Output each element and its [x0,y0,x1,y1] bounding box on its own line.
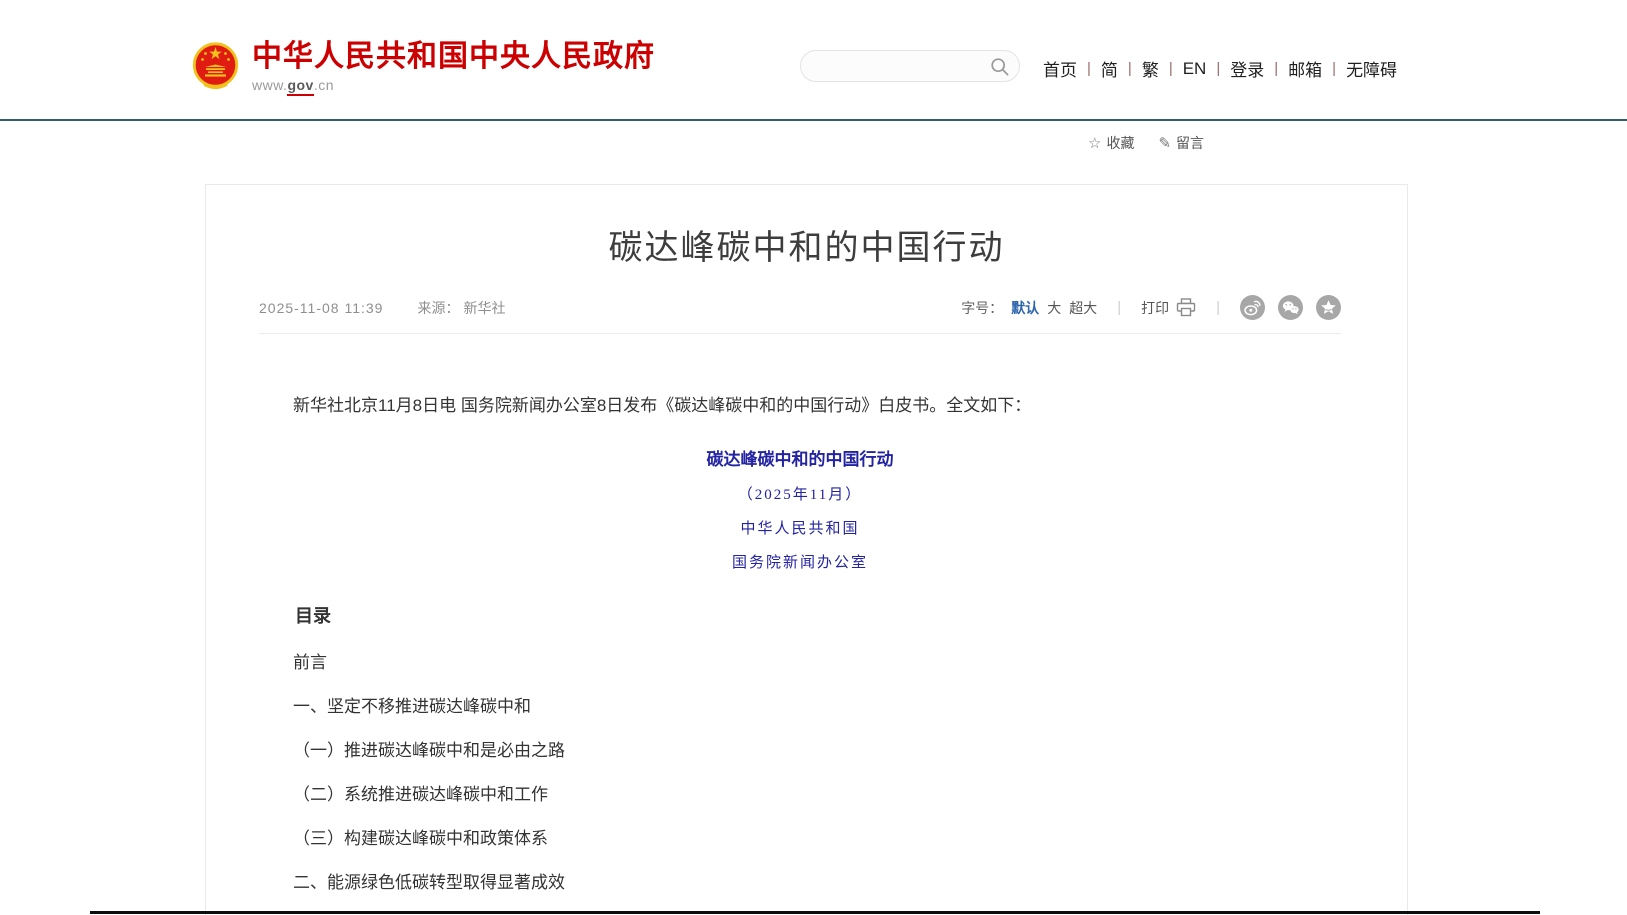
message-label: 留言 [1176,133,1204,153]
window-bottom-edge [90,911,1540,914]
article-meta-left: 2025-11-08 11:39 来源： 新华社 [259,298,505,318]
nav-login[interactable]: 登录 [1230,56,1264,81]
nav-separator: | [1216,60,1220,77]
toc-item-preface: 前言 [259,654,1341,672]
article-meta-row: 2025-11-08 11:39 来源： 新华社 字号： 默认 大 超大 | 打… [259,295,1341,334]
search-button[interactable] [990,57,1010,77]
nav-traditional[interactable]: 繁 [1142,56,1159,81]
article-title: 碳达峰碳中和的中国行动 [246,220,1367,269]
meta-separator: | [1216,299,1220,316]
article-meta-right: 字号： 默认 大 超大 | 打印 | [961,295,1341,320]
site-url: www.gov.cn [252,77,655,93]
article-body: 新华社北京11月8日电 国务院新闻办公室8日发布《碳达峰碳中和的中国行动》白皮书… [206,394,1407,915]
site-brand[interactable]: 中华人民共和国中央人民政府 www.gov.cn [192,40,655,93]
search-input[interactable] [801,51,1019,81]
page: 中华人民共和国中央人民政府 www.gov.cn 首页 | 简 | 繁 | EN… [0,0,1627,915]
article-card: 碳达峰碳中和的中国行动 2025-11-08 11:39 来源： 新华社 字号：… [205,184,1408,915]
source-label: 来源： [417,298,459,318]
weibo-share-icon[interactable] [1240,295,1265,320]
font-size-large[interactable]: 大 [1047,298,1061,318]
font-size-xlarge[interactable]: 超大 [1069,298,1097,318]
toc-item-1: 一、坚定不移推进碳达峰碳中和 [259,698,1341,716]
national-emblem-icon [192,40,239,93]
lead-paragraph: 新华社北京11月8日电 国务院新闻办公室8日发布《碳达峰碳中和的中国行动》白皮书… [259,394,1341,418]
url-www: www. [252,77,287,93]
nav-separator: | [1169,60,1173,77]
wechat-share-icon[interactable] [1278,295,1303,320]
site-title: 中华人民共和国中央人民政府 [252,40,655,74]
nav-separator: | [1274,60,1278,77]
document-org-line-1: 中华人民共和国 [259,517,1341,538]
publish-date: 2025-11-08 11:39 [259,300,383,316]
search-box [800,50,1020,82]
search-icon [990,57,1010,77]
toc-item-1-1: （一）推进碳达峰碳中和是必由之路 [259,742,1341,760]
qzone-star-share-icon[interactable] [1316,295,1341,320]
nav-separator: | [1332,60,1336,77]
url-gov: gov [287,77,313,96]
document-date-line: （2025年11月） [259,483,1341,504]
nav-accessibility[interactable]: 无障碍 [1346,56,1397,81]
print-label: 打印 [1141,298,1169,318]
pencil-icon: ✎ [1158,134,1171,152]
nav-simplified[interactable]: 简 [1101,56,1118,81]
print-button[interactable]: 打印 [1141,298,1196,318]
star-outline-icon: ☆ [1088,134,1101,152]
nav-english[interactable]: EN [1183,59,1207,79]
site-header: 中华人民共和国中央人民政府 www.gov.cn 首页 | 简 | 繁 | EN… [0,0,1627,119]
nav-mail[interactable]: 邮箱 [1288,56,1322,81]
favorite-label: 收藏 [1106,133,1134,153]
toc-item-1-3: （三）构建碳达峰碳中和政策体系 [259,830,1341,848]
font-size-default[interactable]: 默认 [1011,298,1039,318]
nav-separator: | [1087,60,1091,77]
favorite-button[interactable]: ☆ 收藏 [1088,133,1134,153]
document-org-line-2: 国务院新闻办公室 [259,551,1341,572]
nav-separator: | [1128,60,1132,77]
share-icons [1240,295,1341,320]
meta-separator: | [1117,299,1121,316]
page-actions: ☆ 收藏 ✎ 留言 [1088,133,1204,153]
document-title: 碳达峰碳中和的中国行动 [259,445,1341,470]
brand-text: 中华人民共和国中央人民政府 www.gov.cn [252,40,655,93]
top-nav: 首页 | 简 | 繁 | EN | 登录 | 邮箱 | 无障碍 [1043,56,1397,81]
header-divider [0,119,1627,121]
printer-icon [1176,298,1196,317]
toc-heading: 目录 [259,602,1341,628]
toc-item-2: 二、能源绿色低碳转型取得显著成效 [259,874,1341,892]
source-value[interactable]: 新华社 [463,298,505,318]
toc-item-1-2: （二）系统推进碳达峰碳中和工作 [259,786,1341,804]
url-cn: .cn [314,77,334,93]
font-size-label: 字号： [961,298,1003,318]
message-button[interactable]: ✎ 留言 [1158,133,1204,153]
nav-home[interactable]: 首页 [1043,56,1077,81]
